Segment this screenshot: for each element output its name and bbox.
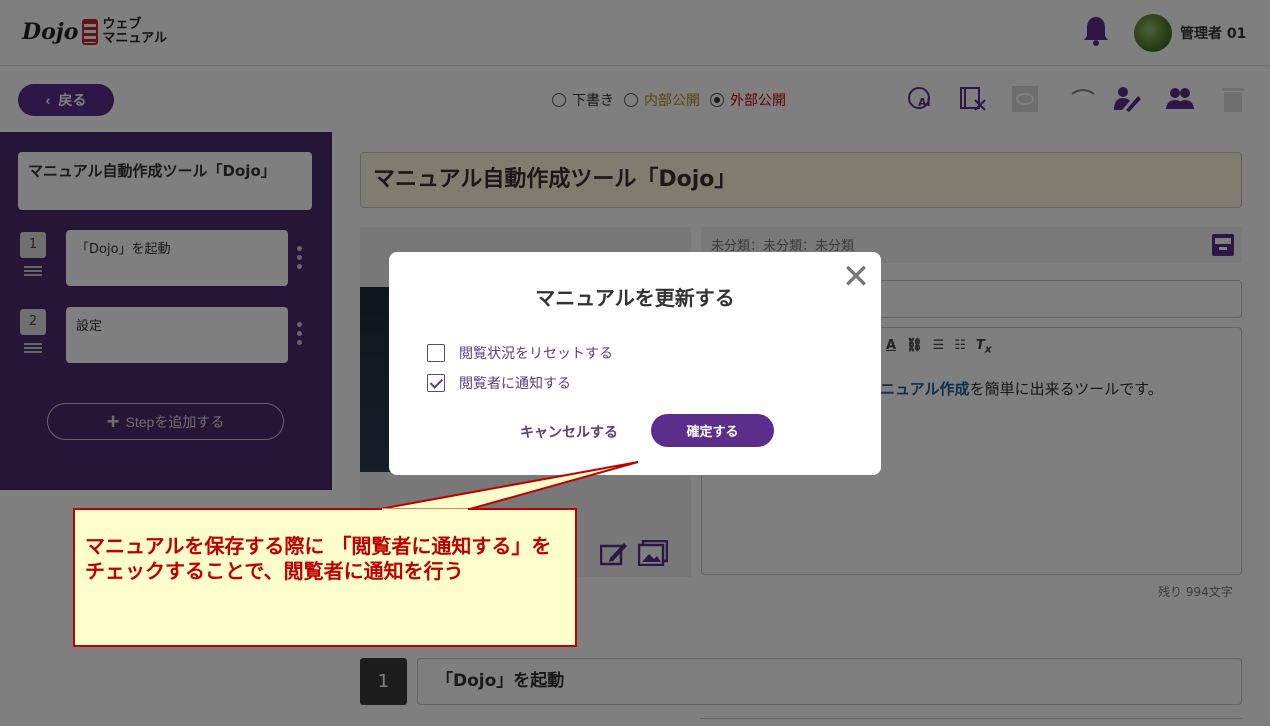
notify-viewers-label[interactable]: 閲覧者に通知する bbox=[459, 373, 571, 393]
notify-viewers-checkbox[interactable] bbox=[427, 374, 445, 392]
reset-view-status-checkbox[interactable] bbox=[427, 344, 445, 362]
annotation-callout: マニュアルを保存する際に 「閲覧者に通知する」をチェックすることで、閲覧者に通知… bbox=[73, 508, 577, 647]
confirm-button[interactable]: 確定する bbox=[651, 414, 774, 447]
update-manual-dialog: ✕ マニュアルを更新する 閲覧状況をリセットする 閲覧者に通知する キャンセルす… bbox=[389, 252, 881, 475]
dialog-title: マニュアルを更新する bbox=[535, 286, 735, 310]
reset-view-status-label[interactable]: 閲覧状況をリセットする bbox=[459, 343, 613, 363]
reset-view-status-option[interactable]: 閲覧状況をリセットする bbox=[427, 343, 613, 363]
notify-viewers-option[interactable]: 閲覧者に通知する bbox=[427, 373, 571, 393]
cancel-button[interactable]: キャンセルする bbox=[507, 418, 631, 446]
